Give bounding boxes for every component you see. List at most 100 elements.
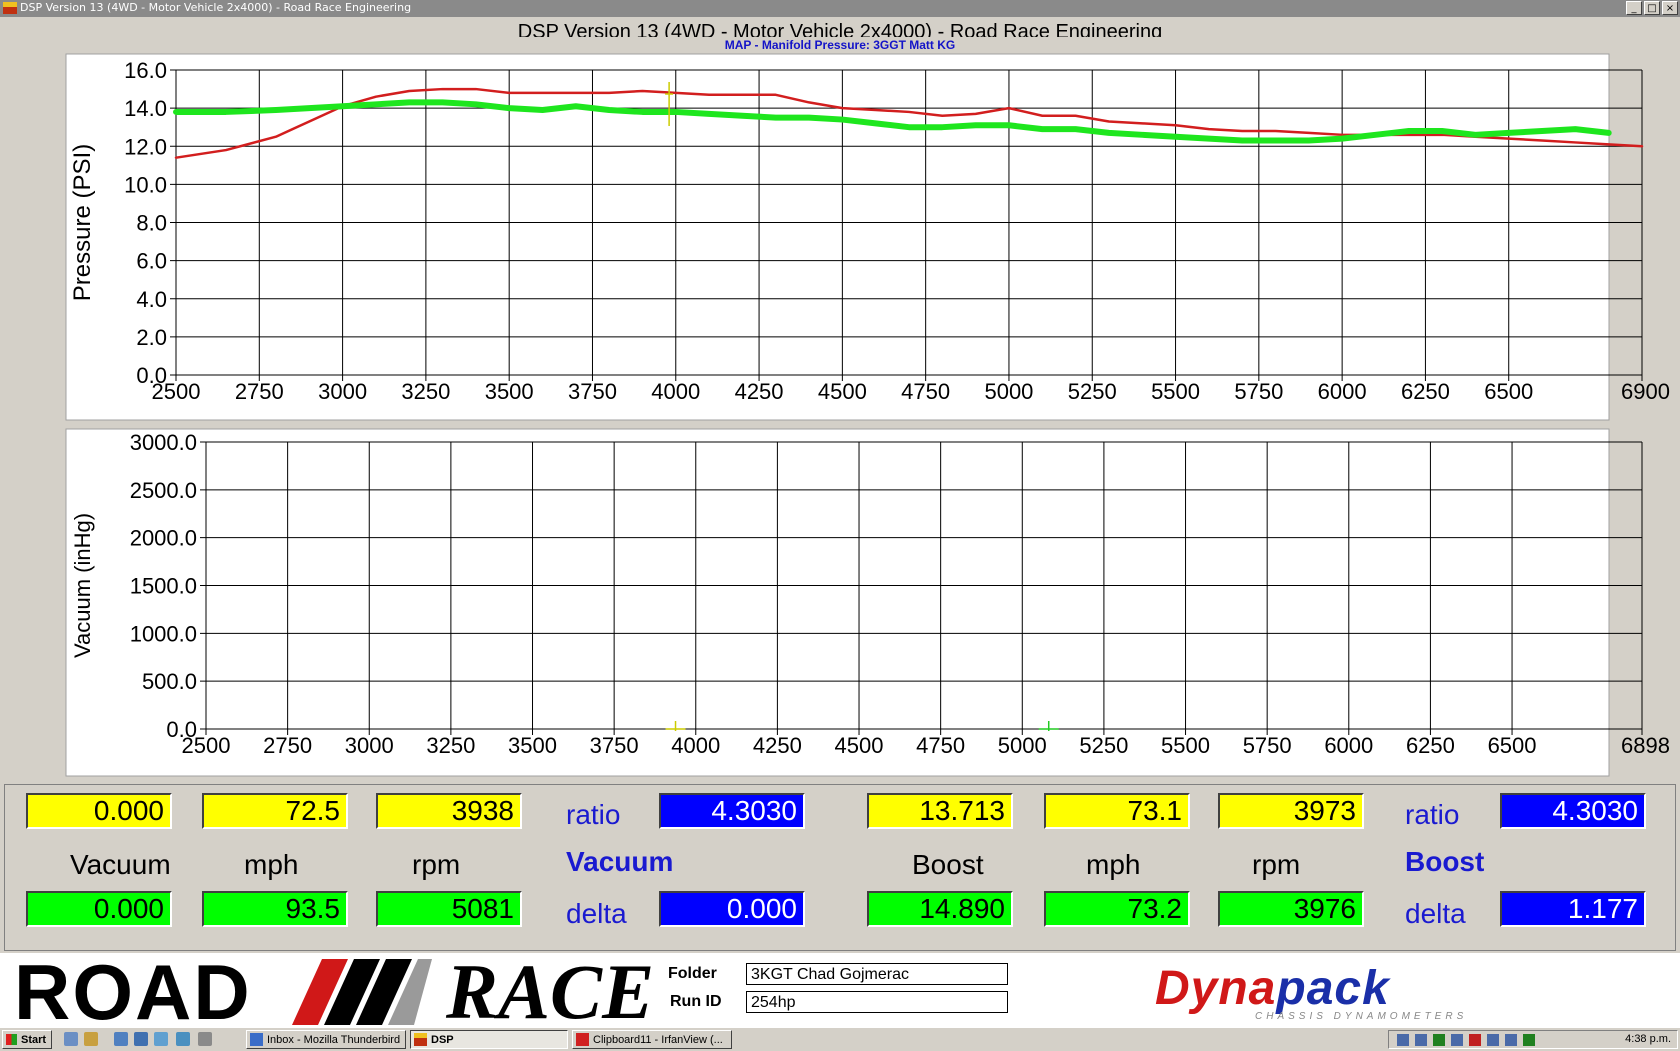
folder-label: Folder — [668, 965, 717, 982]
quicklaunch-icon-2[interactable] — [84, 1032, 98, 1046]
vacuum-ratio-label: ratio — [566, 799, 621, 830]
dynapack-tagline: CHASSIS DYNAMOMETERS — [1255, 1011, 1468, 1022]
road-race-logo-right: RACE — [446, 948, 655, 1035]
vacuum-section-title: Vacuum — [566, 846, 674, 877]
vacuum-delta-field: 0.000 — [659, 891, 805, 927]
y-tick-label: 12.0 — [124, 134, 167, 159]
x-tick-label: 2500 — [182, 733, 231, 758]
x-tick-label: 4500 — [818, 379, 867, 404]
tray-icon-network[interactable] — [1397, 1034, 1409, 1046]
run-id-label: Run ID — [670, 993, 722, 1010]
taskbar-item-irfanview[interactable]: Clipboard11 - IrfanView (... — [572, 1030, 732, 1049]
start-button[interactable]: Start — [2, 1030, 52, 1049]
x-tick-label: 5000 — [984, 379, 1033, 404]
x-tick-label: 5250 — [1079, 733, 1128, 758]
x-tick-label: 3250 — [426, 733, 475, 758]
tray-icon-security[interactable] — [1433, 1034, 1445, 1046]
boost-top-value-field: 13.713 — [867, 793, 1013, 829]
x-tick-label: 3000 — [318, 379, 367, 404]
taskbar-clock: 4:38 p.m. — [1625, 1033, 1671, 1045]
x-tick-label: 6250 — [1406, 733, 1455, 758]
x-tick-label: 2750 — [263, 733, 312, 758]
boost-bottom-rpm-field: 3976 — [1218, 891, 1364, 927]
boost-ratio-label: ratio — [1405, 799, 1460, 830]
y-tick-label: 2.0 — [136, 325, 167, 350]
y-tick-label: 1000.0 — [130, 621, 197, 646]
tray-icon-display[interactable] — [1415, 1034, 1427, 1046]
vacuum-bottom-value-field: 0.000 — [26, 891, 172, 927]
quicklaunch-icon-5[interactable] — [154, 1032, 168, 1046]
vacuum-top-mph-field: 72.5 — [202, 793, 348, 829]
quicklaunch-icon-4[interactable] — [134, 1032, 148, 1046]
boost-delta-label: delta — [1405, 898, 1466, 929]
taskbar: Start Inbox - Mozilla Thunderbird DSP Cl… — [0, 1027, 1680, 1051]
y-tick-label: 2000.0 — [130, 526, 197, 551]
y-axis-label: Pressure (PSI) — [69, 144, 96, 301]
x-tick-label: 6900 — [1621, 379, 1670, 404]
dsp-icon — [414, 1033, 427, 1046]
tray-icon-7[interactable] — [1523, 1034, 1535, 1046]
tray-icon-3[interactable] — [1451, 1034, 1463, 1046]
x-tick-label: 3750 — [590, 733, 639, 758]
logo-stripes-icon — [292, 959, 432, 1025]
boost-ratio-field: 4.3030 — [1500, 793, 1646, 829]
x-tick-label: 5000 — [998, 733, 1047, 758]
tray-icon-4[interactable] — [1469, 1034, 1481, 1046]
x-tick-label: 4000 — [651, 379, 700, 404]
tray-icon-5[interactable] — [1487, 1034, 1499, 1046]
y-tick-label: 10.0 — [124, 172, 167, 197]
charts-canvas: 0.02.04.06.08.010.012.014.016.02500 2750 3… — [65, 53, 1670, 777]
x-tick-label: 5250 — [1068, 379, 1117, 404]
vacuum-mph-label: mph — [244, 849, 299, 880]
y-tick-label: 1500.0 — [130, 574, 197, 599]
boost-mph-label: mph — [1086, 849, 1141, 880]
quicklaunch-icon-6[interactable] — [176, 1032, 190, 1046]
y-tick-label: 16.0 — [124, 58, 167, 83]
x-tick-label: 3250 — [401, 379, 450, 404]
run-id-field[interactable]: 254hp — [746, 991, 1008, 1013]
y-axis-label: Vacuum (inHg) — [70, 513, 95, 658]
y-tick-label: 6.0 — [136, 249, 167, 274]
x-tick-label: 5750 — [1234, 379, 1283, 404]
vacuum-column-label: Vacuum — [70, 849, 171, 880]
ie-quicklaunch-icon[interactable] — [64, 1032, 78, 1046]
y-tick-label: 14.0 — [124, 96, 167, 121]
irfanview-icon — [576, 1033, 589, 1046]
x-tick-label: 3000 — [345, 733, 394, 758]
system-tray: 4:38 p.m. — [1388, 1030, 1678, 1049]
x-tick-label: 3500 — [508, 733, 557, 758]
x-tick-label: 4000 — [671, 733, 720, 758]
x-tick-label: 4750 — [916, 733, 965, 758]
dynapack-logo-part2: pack — [1276, 962, 1390, 1015]
x-tick-label: 3750 — [568, 379, 617, 404]
x-tick-label: 4500 — [835, 733, 884, 758]
tray-icon-6[interactable] — [1505, 1034, 1517, 1046]
dynapack-logo: Dynapack — [1155, 961, 1390, 1016]
taskbar-item-label: Clipboard11 - IrfanView (... — [593, 1034, 723, 1046]
y-tick-label: 4.0 — [136, 287, 167, 312]
quicklaunch-icon-7[interactable] — [198, 1032, 212, 1046]
boost-top-mph-field: 73.1 — [1044, 793, 1190, 829]
x-tick-label: 4250 — [735, 379, 784, 404]
quicklaunch-icon-3[interactable] — [114, 1032, 128, 1046]
y-tick-label: 500.0 — [142, 669, 197, 694]
boost-top-rpm-field: 3973 — [1218, 793, 1364, 829]
taskbar-item-dsp[interactable]: DSP — [410, 1030, 568, 1049]
boost-rpm-label: rpm — [1252, 849, 1301, 880]
x-tick-label: 4250 — [753, 733, 802, 758]
dynapack-logo-part1: Dyna — [1155, 962, 1277, 1015]
x-tick-label: 3500 — [485, 379, 534, 404]
vacuum-bottom-mph-field: 93.5 — [202, 891, 348, 927]
boost-bottom-value-field: 14.890 — [867, 891, 1013, 927]
vacuum-top-value-field: 0.000 — [26, 793, 172, 829]
vacuum-bottom-rpm-field: 5081 — [376, 891, 522, 927]
folder-field[interactable]: 3KGT Chad Gojmerac — [746, 963, 1008, 985]
taskbar-item-label: Inbox - Mozilla Thunderbird — [267, 1034, 401, 1046]
x-tick-label: 6500 — [1484, 379, 1533, 404]
x-tick-label: 5750 — [1243, 733, 1292, 758]
vacuum-delta-label: delta — [566, 898, 627, 929]
x-tick-label: 6898 — [1621, 733, 1670, 758]
boost-delta-field: 1.177 — [1500, 891, 1646, 927]
taskbar-item-thunderbird[interactable]: Inbox - Mozilla Thunderbird — [246, 1030, 406, 1049]
x-tick-label: 6000 — [1324, 733, 1373, 758]
